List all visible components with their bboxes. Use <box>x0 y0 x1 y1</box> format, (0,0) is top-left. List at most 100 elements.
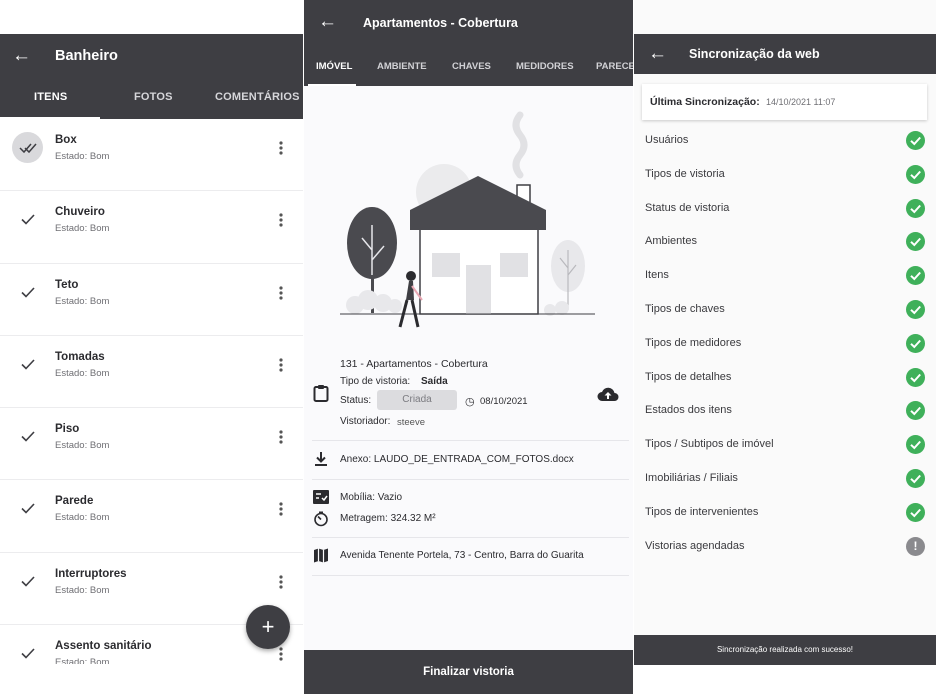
page-title: Banheiro <box>55 48 118 64</box>
check-circle-icon <box>906 300 925 319</box>
check-icon[interactable] <box>12 421 43 452</box>
tab-fotos[interactable]: FOTOS <box>134 91 173 103</box>
divider <box>312 440 629 441</box>
page-title: Sincronização da web <box>689 47 820 61</box>
add-item-button[interactable]: + <box>246 605 290 649</box>
sync-row: Vistorias agendadas! <box>634 530 936 564</box>
list-item[interactable]: Box Estado: Bom <box>0 119 303 192</box>
tab-bar: ITENS FOTOS COMENTÁRIOS <box>0 84 303 119</box>
sync-label: Tipos de vistoria <box>645 167 725 180</box>
item-name: Teto <box>55 278 79 291</box>
finalize-inspection-button[interactable]: Finalizar vistoria <box>304 650 633 694</box>
item-state: Estado: Bom <box>55 512 110 524</box>
download-icon[interactable] <box>314 451 328 472</box>
item-name: Assento sanitário <box>55 640 152 653</box>
list-item[interactable]: Teto Estado: Bom <box>0 264 303 336</box>
divider <box>312 575 629 576</box>
list-item[interactable]: Parede Estado: Bom <box>0 480 303 553</box>
sync-row: Ambientes <box>634 225 936 259</box>
check-circle-icon <box>906 469 925 488</box>
check-icon[interactable] <box>12 277 43 308</box>
item-name: Box <box>55 134 77 146</box>
check-circle-icon <box>906 435 925 455</box>
checklist-icon <box>313 490 329 509</box>
more-vert-icon[interactable] <box>276 501 286 517</box>
item-name: Chuveiro <box>55 206 105 219</box>
item-name: Tomadas <box>55 350 105 363</box>
more-vert-icon[interactable] <box>276 285 286 301</box>
inspection-date: 08/10/2021 <box>480 396 528 407</box>
sync-label: Imobiliárias / Filiais <box>645 472 738 484</box>
sync-label: Status de vistoria <box>645 201 730 214</box>
sync-label: Itens <box>645 269 669 282</box>
more-vert-icon[interactable] <box>276 574 286 590</box>
plus-icon: + <box>261 614 275 639</box>
tab-parecer[interactable]: PARECER <box>596 61 633 72</box>
divider <box>312 537 629 538</box>
check-circle-icon <box>906 266 925 286</box>
last-sync-card: Última Sincronização: 14/10/2021 11:07 <box>642 84 927 120</box>
status-badge: Criada <box>377 390 457 410</box>
page-title: Apartamentos - Cobertura <box>363 16 518 30</box>
sync-row: Usuários <box>634 124 936 158</box>
item-state: Estado: Bom <box>55 367 110 379</box>
vistoriador-value: steeve <box>397 417 425 428</box>
sync-row: Estados dos itens <box>634 394 936 428</box>
sync-label: Tipos de intervenientes <box>645 505 759 518</box>
more-vert-icon[interactable] <box>276 357 286 373</box>
item-name: Piso <box>55 423 80 436</box>
more-vert-icon[interactable] <box>276 212 286 228</box>
arrow-left-icon[interactable]: ← <box>318 12 337 32</box>
list-item[interactable]: Piso Estado: Bom <box>0 408 303 481</box>
screen-web-sync: ← Sincronização da web Última Sincroniza… <box>634 0 936 694</box>
list-item[interactable]: Chuveiro Estado: Bom <box>0 191 303 264</box>
status-label: Status: <box>340 395 372 406</box>
check-icon[interactable] <box>12 349 43 380</box>
double-check-icon[interactable] <box>12 132 43 163</box>
property-heading: 131 - Apartamentos - Cobertura <box>340 358 488 370</box>
tab-itens[interactable]: ITENS <box>34 91 67 103</box>
house-illustration <box>340 111 595 328</box>
more-vert-icon[interactable] <box>276 429 286 445</box>
sync-label: Usuários <box>645 134 689 146</box>
clock-icon: ◷ <box>465 396 475 408</box>
screen-inspection-detail: ← Apartamentos - Cobertura IMÓVEL AMBIEN… <box>304 0 633 694</box>
sync-row: Tipos de detalhes <box>634 361 936 395</box>
check-icon[interactable] <box>12 493 43 524</box>
arrow-left-icon[interactable]: ← <box>12 46 32 66</box>
check-circle-icon <box>906 502 925 522</box>
list-item[interactable]: Tomadas Estado: Bom <box>0 336 303 409</box>
cloud-upload-icon[interactable] <box>597 386 619 407</box>
address-value: Avenida Tenente Portela, 73 - Centro, Ba… <box>340 550 584 561</box>
sync-row: Tipos de vistoria <box>634 158 936 192</box>
tab-medidores[interactable]: MEDIDORES <box>516 61 574 72</box>
check-icon[interactable] <box>12 566 43 597</box>
item-state: Estado: Bom <box>55 151 110 162</box>
item-name: Interruptores <box>55 567 127 580</box>
arrow-left-icon[interactable]: ← <box>648 44 667 64</box>
item-state: Estado: Bom <box>55 440 110 452</box>
tab-imovel[interactable]: IMÓVEL <box>316 61 352 72</box>
item-state: Estado: Bom <box>55 584 110 596</box>
app-bar: ← Banheiro ITENS FOTOS COMENTÁRIOS <box>0 34 303 119</box>
sync-label: Tipos / Subtipos de imóvel <box>645 438 774 451</box>
tab-comentarios[interactable]: COMENTÁRIOS <box>215 91 300 103</box>
check-circle-icon <box>906 164 925 184</box>
anexo-link[interactable]: Anexo: LAUDO_DE_ENTRADA_COM_FOTOS.docx <box>340 454 574 465</box>
tab-chaves[interactable]: CHAVES <box>452 61 491 72</box>
sync-row: Tipos de medidores <box>634 327 936 361</box>
sync-row: Tipos de intervenientes <box>634 496 936 530</box>
sync-row: Tipos / Subtipos de imóvel <box>634 428 936 462</box>
sync-label: Tipos de chaves <box>645 303 725 315</box>
more-vert-icon[interactable] <box>276 140 286 156</box>
tipo-label: Tipo de vistoria: <box>340 376 411 387</box>
tab-ambiente[interactable]: AMBIENTE <box>377 61 427 72</box>
map-icon <box>313 548 329 568</box>
check-icon[interactable] <box>12 204 43 235</box>
last-sync-value: 14/10/2021 11:07 <box>766 97 836 107</box>
sync-label: Ambientes <box>645 235 697 248</box>
check-circle-icon <box>906 198 925 218</box>
app-bar: ← Apartamentos - Cobertura IMÓVEL AMBIEN… <box>304 0 633 86</box>
sync-label: Tipos de detalhes <box>645 370 732 383</box>
more-vert-icon[interactable] <box>276 646 286 662</box>
